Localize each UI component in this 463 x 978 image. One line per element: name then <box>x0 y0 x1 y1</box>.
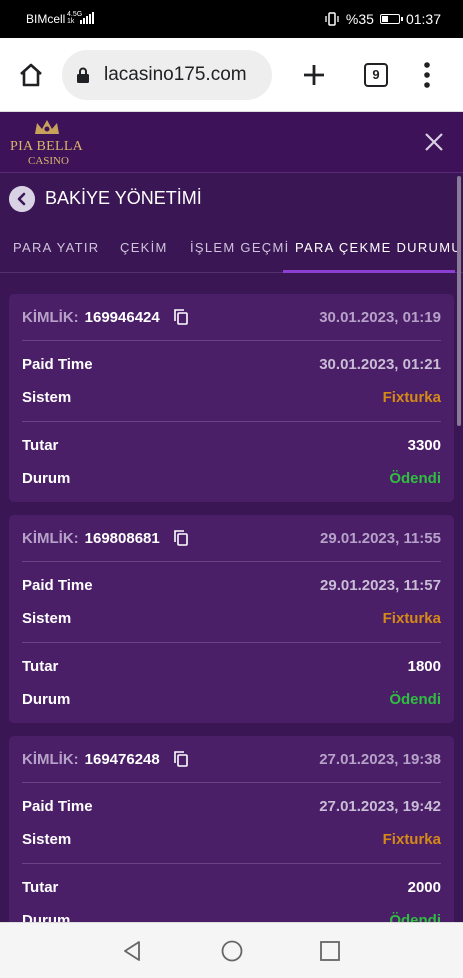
tab-para-cekme-durumu[interactable]: PARA ÇEKME DURUMU <box>295 240 462 255</box>
back-arrow-icon[interactable] <box>9 186 35 212</box>
paid-time-label: Paid Time <box>22 577 93 594</box>
amount-label: Tutar <box>22 658 59 675</box>
status-bar: BIMcell 4.5G 1k %35 01:37 <box>0 0 463 38</box>
status-row: Durum Ödendi <box>22 691 441 708</box>
id-label: KİMLİK: <box>22 530 79 547</box>
more-vertical-icon[interactable] <box>424 62 430 88</box>
vibrate-icon <box>325 12 339 26</box>
crown-icon <box>35 120 59 134</box>
site-header: PIA BELLA CASINO <box>0 112 463 173</box>
lock-icon <box>77 67 89 83</box>
amount-value: 1800 <box>407 658 441 675</box>
browser-toolbar: lacasino175.com 9 <box>0 38 463 112</box>
id-value: 169476248 <box>84 751 160 768</box>
system-label: Sistem <box>22 389 72 406</box>
copy-icon[interactable] <box>174 751 188 767</box>
divider <box>22 340 441 341</box>
amount-row: Tutar 3300 <box>22 437 441 454</box>
paid-time-label: Paid Time <box>22 356 93 373</box>
divider <box>22 642 441 643</box>
id-value: 169946424 <box>84 309 160 326</box>
close-icon[interactable] <box>424 132 444 152</box>
withdrawal-card: KİMLİK: 169476248 27.01.2023, 19:38 Paid … <box>9 736 454 922</box>
tab-para-yatir[interactable]: PARA YATIR <box>13 240 99 255</box>
recents-square-icon[interactable] <box>318 939 342 963</box>
paid-time-label: Paid Time <box>22 798 93 815</box>
active-tab-indicator <box>283 270 455 273</box>
paid-time-value: 27.01.2023, 19:42 <box>319 798 441 815</box>
divider <box>22 863 441 864</box>
status-row: Durum Ödendi <box>22 470 441 487</box>
clock: 01:37 <box>405 11 441 27</box>
status-badge: Ödendi <box>389 470 441 487</box>
scrollbar[interactable] <box>457 176 461 426</box>
status-label: Durum <box>22 470 71 487</box>
paid-time-row: Paid Time 30.01.2023, 01:21 <box>22 356 441 373</box>
system-row: Sistem Fixturka <box>22 831 441 848</box>
paid-time-row: Paid Time 29.01.2023, 11:57 <box>22 577 441 594</box>
tab-cekim[interactable]: ÇEKİM <box>120 240 168 255</box>
divider <box>22 561 441 562</box>
copy-icon[interactable] <box>174 530 188 546</box>
status-badge: Ödendi <box>389 912 441 922</box>
carrier-name: BIMcell <box>26 12 66 26</box>
signal-icon <box>80 12 94 24</box>
plus-icon[interactable] <box>302 63 326 87</box>
section-header: BAKİYE YÖNETİMİ <box>0 173 463 223</box>
amount-label: Tutar <box>22 437 59 454</box>
status-right: %35 01:37 <box>324 11 441 27</box>
system-nav-bar <box>0 922 463 978</box>
amount-row: Tutar 1800 <box>22 658 441 675</box>
request-date: 29.01.2023, 11:55 <box>320 530 441 547</box>
system-label: Sistem <box>22 610 72 627</box>
system-value: Fixturka <box>382 831 441 848</box>
paid-time-value: 30.01.2023, 01:21 <box>319 356 441 373</box>
paid-time-row: Paid Time 27.01.2023, 19:42 <box>22 798 441 815</box>
tab-bar: PARA YATIR ÇEKİM İŞLEM GEÇMİ PARA ÇEKME … <box>0 223 463 273</box>
system-value: Fixturka <box>382 389 441 406</box>
logo-text-main: PIA BELLA <box>10 139 84 154</box>
amount-row: Tutar 2000 <box>22 879 441 896</box>
divider <box>22 782 441 783</box>
system-row: Sistem Fixturka <box>22 610 441 627</box>
card-id-row: KİMLİK: 169946424 30.01.2023, 01:19 <box>22 309 441 326</box>
site-logo[interactable]: PIA BELLA CASINO <box>10 118 84 168</box>
withdrawal-card: KİMLİK: 169808681 29.01.2023, 11:55 Paid … <box>9 515 454 723</box>
status-badge: Ödendi <box>389 691 441 708</box>
request-date: 27.01.2023, 19:38 <box>319 751 441 768</box>
status-row: Durum Ödendi <box>22 912 441 922</box>
status-label: Durum <box>22 691 71 708</box>
card-id-row: KİMLİK: 169808681 29.01.2023, 11:55 <box>22 530 441 547</box>
home-icon[interactable] <box>18 62 44 88</box>
battery-percent: %35 <box>345 11 374 27</box>
paid-time-value: 29.01.2023, 11:57 <box>320 577 441 594</box>
divider <box>22 421 441 422</box>
id-value: 169808681 <box>84 530 160 547</box>
section-title: BAKİYE YÖNETİMİ <box>45 188 202 208</box>
status-label: Durum <box>22 912 71 922</box>
back-triangle-icon[interactable] <box>120 939 144 963</box>
app-content: PIA BELLA CASINO BAKİYE YÖNETİMİ PARA YA… <box>0 112 463 922</box>
address-bar[interactable]: lacasino175.com <box>62 50 272 100</box>
request-date: 30.01.2023, 01:19 <box>319 309 441 326</box>
tab-islem-gecmisi[interactable]: İŞLEM GEÇMİ <box>190 240 290 255</box>
copy-icon[interactable] <box>174 309 188 325</box>
logo-text-sub: CASINO <box>28 155 69 167</box>
amount-value: 2000 <box>407 879 441 896</box>
tab-count-button[interactable]: 9 <box>364 63 388 87</box>
home-circle-icon[interactable] <box>220 939 244 963</box>
card-id-row: KİMLİK: 169476248 27.01.2023, 19:38 <box>22 751 441 768</box>
amount-label: Tutar <box>22 879 59 896</box>
battery-icon <box>379 14 403 24</box>
system-label: Sistem <box>22 831 72 848</box>
url-text: lacasino175.com <box>104 64 247 85</box>
id-label: KİMLİK: <box>22 309 79 326</box>
withdrawal-card: KİMLİK: 169946424 30.01.2023, 01:19 Paid … <box>9 294 454 502</box>
system-value: Fixturka <box>382 610 441 627</box>
system-row: Sistem Fixturka <box>22 389 441 406</box>
amount-value: 3300 <box>407 437 441 454</box>
id-label: KİMLİK: <box>22 751 79 768</box>
